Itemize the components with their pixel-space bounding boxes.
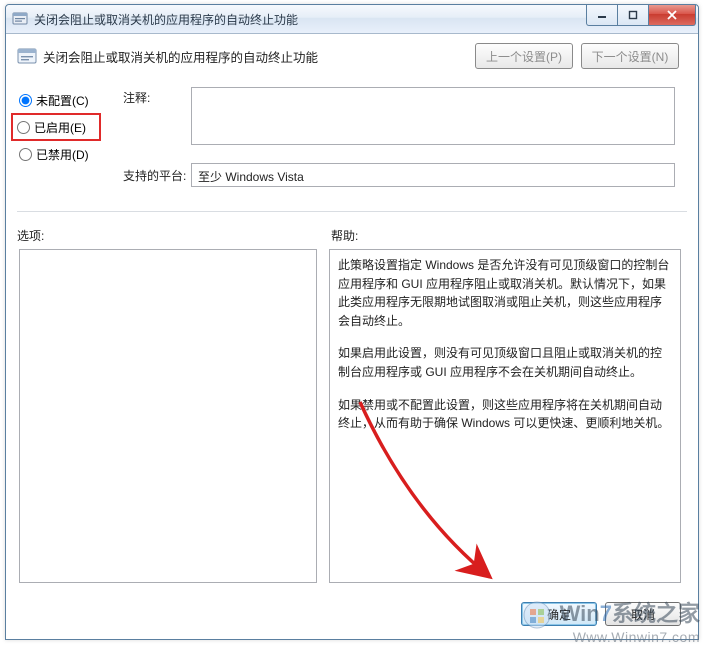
help-label: 帮助: [331,227,358,244]
radio-not-configured[interactable]: 未配置(C) [17,87,117,113]
comment-textarea[interactable] [191,87,675,145]
titlebar[interactable]: 关闭会阻止或取消关机的应用程序的自动终止功能 [6,5,698,34]
window-title: 关闭会阻止或取消关机的应用程序的自动终止功能 [34,11,587,28]
options-label: 选项: [17,227,44,244]
policy-icon [12,11,28,27]
client-area: 关闭会阻止或取消关机的应用程序的自动终止功能 上一个设置(P) 下一个设置(N)… [13,39,691,632]
maximize-button[interactable] [617,5,649,26]
radio-enabled-input[interactable] [17,121,30,134]
comment-label: 注释: [123,89,150,106]
supported-on-field: 至少 Windows Vista [191,163,675,187]
policy-icon [17,46,37,66]
radio-disabled-label: 已禁用(D) [36,146,89,163]
help-panel[interactable]: 此策略设置指定 Windows 是否允许没有可见顶级窗口的控制台应用程序和 GU… [329,249,681,583]
next-setting-button[interactable]: 下一个设置(N) [581,43,679,69]
close-button[interactable] [648,5,696,26]
radio-disabled-input[interactable] [19,148,32,161]
policy-name-heading: 关闭会阻止或取消关机的应用程序的自动终止功能 [43,47,475,66]
dialog-window: 关闭会阻止或取消关机的应用程序的自动终止功能 关闭会 [5,4,699,640]
help-paragraph: 如果启用此设置，则没有可见顶级窗口且阻止或取消关机的控制台应用程序或 GUI 应… [338,344,672,381]
header-row: 关闭会阻止或取消关机的应用程序的自动终止功能 上一个设置(P) 下一个设置(N) [13,39,691,79]
radio-not-configured-input[interactable] [19,94,32,107]
radio-enabled-label: 已启用(E) [34,119,86,136]
help-paragraph: 如果禁用或不配置此设置，则这些应用程序将在关机期间自动终止，从而有助于确保 Wi… [338,396,672,433]
divider [17,211,687,212]
state-radio-group: 未配置(C) 已启用(E) 已禁用(D) [17,87,117,167]
radio-enabled[interactable]: 已启用(E) [15,116,97,138]
ok-button[interactable]: 确定 [521,602,597,626]
radio-disabled[interactable]: 已禁用(D) [17,141,117,167]
previous-setting-button[interactable]: 上一个设置(P) [475,43,573,69]
dialog-button-bar: 确定 取消 [521,602,681,626]
help-paragraph: 此策略设置指定 Windows 是否允许没有可见顶级窗口的控制台应用程序和 GU… [338,256,672,330]
attention-highlight: 已启用(E) [11,113,101,141]
cancel-button[interactable]: 取消 [605,602,681,626]
window-controls [587,5,696,25]
radio-not-configured-label: 未配置(C) [36,92,89,109]
options-panel [19,249,317,583]
minimize-button[interactable] [586,5,618,26]
supported-on-label: 支持的平台: [123,167,186,184]
